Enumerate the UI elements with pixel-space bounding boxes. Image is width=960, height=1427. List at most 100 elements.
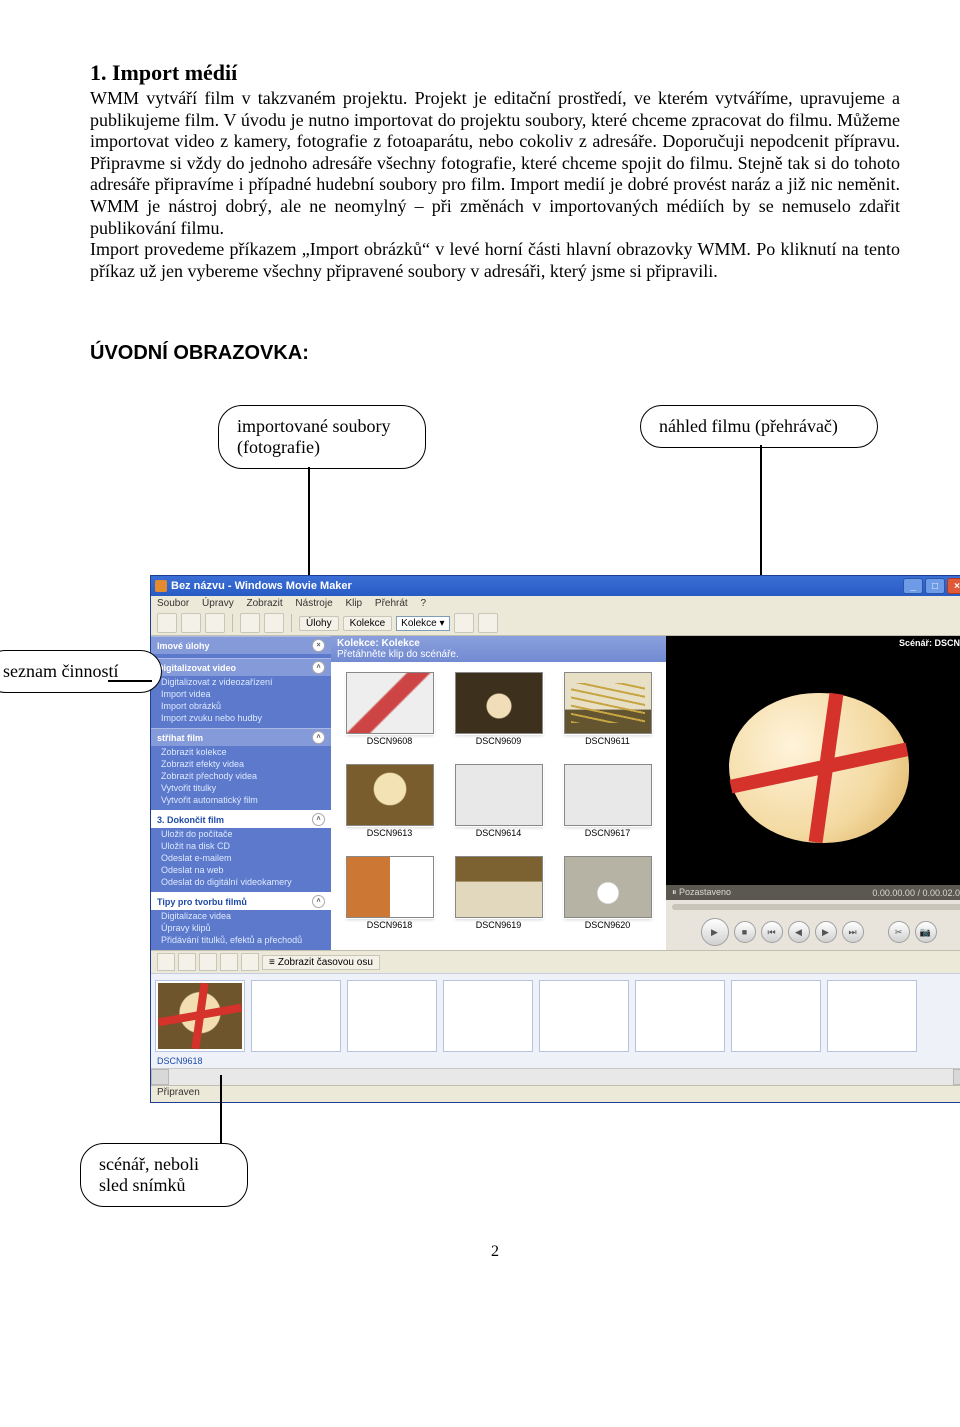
clip-thumbnail[interactable]: DSCN9613 [337, 764, 442, 848]
collections-button[interactable]: Kolekce [343, 616, 393, 631]
redo-button[interactable] [264, 613, 284, 633]
storyboard-slot[interactable] [827, 980, 917, 1052]
callout-preview: náhled filmu (přehrávač) [640, 405, 878, 448]
task-link[interactable]: Odeslat e-mailem [151, 852, 331, 864]
storyboard-slot[interactable] [443, 980, 533, 1052]
close-icon[interactable]: × [312, 639, 325, 652]
menu-item[interactable]: ? [420, 598, 426, 609]
sb-btn[interactable] [241, 953, 259, 971]
clip-thumbnail[interactable]: DSCN9620 [555, 856, 660, 940]
callout-label: seznam činností [3, 661, 118, 681]
intro-paragraph: WMM vytváří film v takzvaném projektu. P… [90, 88, 900, 282]
storyboard-toolbar: ≡ Zobrazit časovou osu [151, 950, 960, 973]
sb-btn[interactable] [157, 953, 175, 971]
player-controls [666, 900, 960, 914]
clip-thumbnail[interactable]: DSCN9618 [337, 856, 442, 940]
player-header: Scénář: DSCN9 [666, 636, 960, 650]
clip-thumbnail[interactable]: DSCN9608 [337, 672, 442, 756]
sb-btn[interactable] [199, 953, 217, 971]
view-thumbnails-button[interactable] [454, 613, 474, 633]
collection-header: Kolekce: Kolekce Přetáhněte klip do scén… [331, 636, 666, 662]
statusbar: Připraven [151, 1085, 960, 1102]
storyboard-slot[interactable] [731, 980, 821, 1052]
snapshot-button[interactable]: 📷 [915, 921, 937, 943]
clip-thumbnail[interactable]: DSCN9611 [555, 672, 660, 756]
scroll-right-button[interactable] [953, 1069, 960, 1085]
step-fwd-button[interactable]: ▶ [815, 921, 837, 943]
task-link[interactable]: Zobrazit kolekce [151, 746, 331, 758]
menu-item[interactable]: Zobrazit [247, 598, 283, 609]
stop-button[interactable]: ■ [734, 921, 756, 943]
storyboard-slot[interactable] [251, 980, 341, 1052]
task-link[interactable]: Přidávání titulků, efektů a přechodů [151, 934, 331, 946]
menu-item[interactable]: Klip [345, 598, 362, 609]
page-number: 2 [90, 1243, 900, 1261]
tasks-pane-title: lmové úlohy × [151, 636, 331, 654]
section-uvodni-obrazovka: ÚVODNÍ OBRAZOVKA: [90, 342, 900, 365]
storyboard-slot[interactable] [635, 980, 725, 1052]
task-link[interactable]: Import obrázků [151, 700, 331, 712]
storyboard-slot[interactable] [539, 980, 629, 1052]
menu-item[interactable]: Nástroje [295, 598, 332, 609]
storyboard-scrollbar[interactable] [151, 1068, 960, 1085]
sb-btn[interactable] [220, 953, 238, 971]
storyboard-slot[interactable] [155, 980, 245, 1052]
task-link[interactable]: Import zvuku nebo hudby [151, 712, 331, 724]
storyboard-slot[interactable] [347, 980, 437, 1052]
show-timeline-button[interactable]: ≡ Zobrazit časovou osu [262, 955, 380, 970]
task-link[interactable]: Digitalizace videa [151, 910, 331, 922]
callout-label: importované soubory [237, 416, 390, 436]
task-section-header[interactable]: Tipy pro tvorbu filmů ˄ [151, 892, 331, 910]
task-link[interactable]: Digitalizovat z videozařízení [151, 676, 331, 688]
task-link[interactable]: Import videa [151, 688, 331, 700]
chevron-up-icon: ˄ [312, 895, 325, 908]
collection-combo[interactable]: Kolekce ▾ [396, 616, 449, 631]
task-link[interactable]: Odeslat do digitální videokamery [151, 876, 331, 888]
task-link[interactable]: Odeslat na web [151, 864, 331, 876]
menu-item[interactable]: Úpravy [202, 598, 234, 609]
open-button[interactable] [181, 613, 201, 633]
maximize-button[interactable]: □ [925, 578, 945, 594]
clip-thumbnail[interactable]: DSCN9619 [446, 856, 551, 940]
storyboard[interactable] [151, 973, 960, 1054]
toolbar: Úlohy Kolekce Kolekce ▾ [151, 611, 960, 636]
play-button[interactable]: ▶ [701, 918, 729, 946]
task-link[interactable]: Zobrazit efekty videa [151, 758, 331, 770]
step-back-button[interactable]: ◀ [788, 921, 810, 943]
callout-connector [108, 680, 152, 682]
split-button[interactable]: ✂ [888, 921, 910, 943]
task-link[interactable]: Zobrazit přechody videa [151, 770, 331, 782]
task-link[interactable]: Uložit na disk CD [151, 840, 331, 852]
task-section-header[interactable]: 3. Dokončit film ˄ [151, 810, 331, 828]
task-link[interactable]: Vytvořit titulky [151, 782, 331, 794]
clip-thumbnail[interactable]: DSCN9617 [555, 764, 660, 848]
clip-thumbnail[interactable]: DSCN9609 [446, 672, 551, 756]
task-section-header[interactable]: Digitalizovat video ˄ [151, 658, 331, 676]
callout-storyboard: scénář, neboli sled snímků [80, 1143, 248, 1207]
save-button[interactable] [205, 613, 225, 633]
close-button[interactable]: × [947, 578, 960, 594]
undo-button[interactable] [240, 613, 260, 633]
tasks-button[interactable]: Úlohy [299, 616, 339, 631]
callout-label: (fotografie) [237, 437, 320, 457]
prev-button[interactable]: ⏮ [761, 921, 783, 943]
seek-slider[interactable] [672, 904, 960, 910]
menu-item[interactable]: Soubor [157, 598, 189, 609]
minimize-button[interactable]: _ [903, 578, 923, 594]
separator [291, 614, 292, 632]
menu-item[interactable]: Přehrát [375, 598, 408, 609]
task-link[interactable]: Vytvořit automatický film [151, 794, 331, 806]
task-section-header[interactable]: stříhat film ˄ [151, 728, 331, 746]
task-link[interactable]: Úpravy klipů [151, 922, 331, 934]
view-details-button[interactable] [478, 613, 498, 633]
scroll-left-button[interactable] [151, 1069, 169, 1085]
new-button[interactable] [157, 613, 177, 633]
clip-thumbnail[interactable]: DSCN9614 [446, 764, 551, 848]
sb-btn[interactable] [178, 953, 196, 971]
task-link[interactable]: Uložit do počítače [151, 828, 331, 840]
player-status: ⏸ Pozastaveno 0.00.00.00 / 0.00.02.00 [666, 885, 960, 900]
menubar[interactable]: Soubor Úpravy Zobrazit Nástroje Klip Pře… [151, 596, 960, 611]
next-button[interactable]: ⏭ [842, 921, 864, 943]
heading-import-medii: 1. Import médií [90, 60, 900, 86]
callout-label: sled snímků [99, 1175, 186, 1195]
